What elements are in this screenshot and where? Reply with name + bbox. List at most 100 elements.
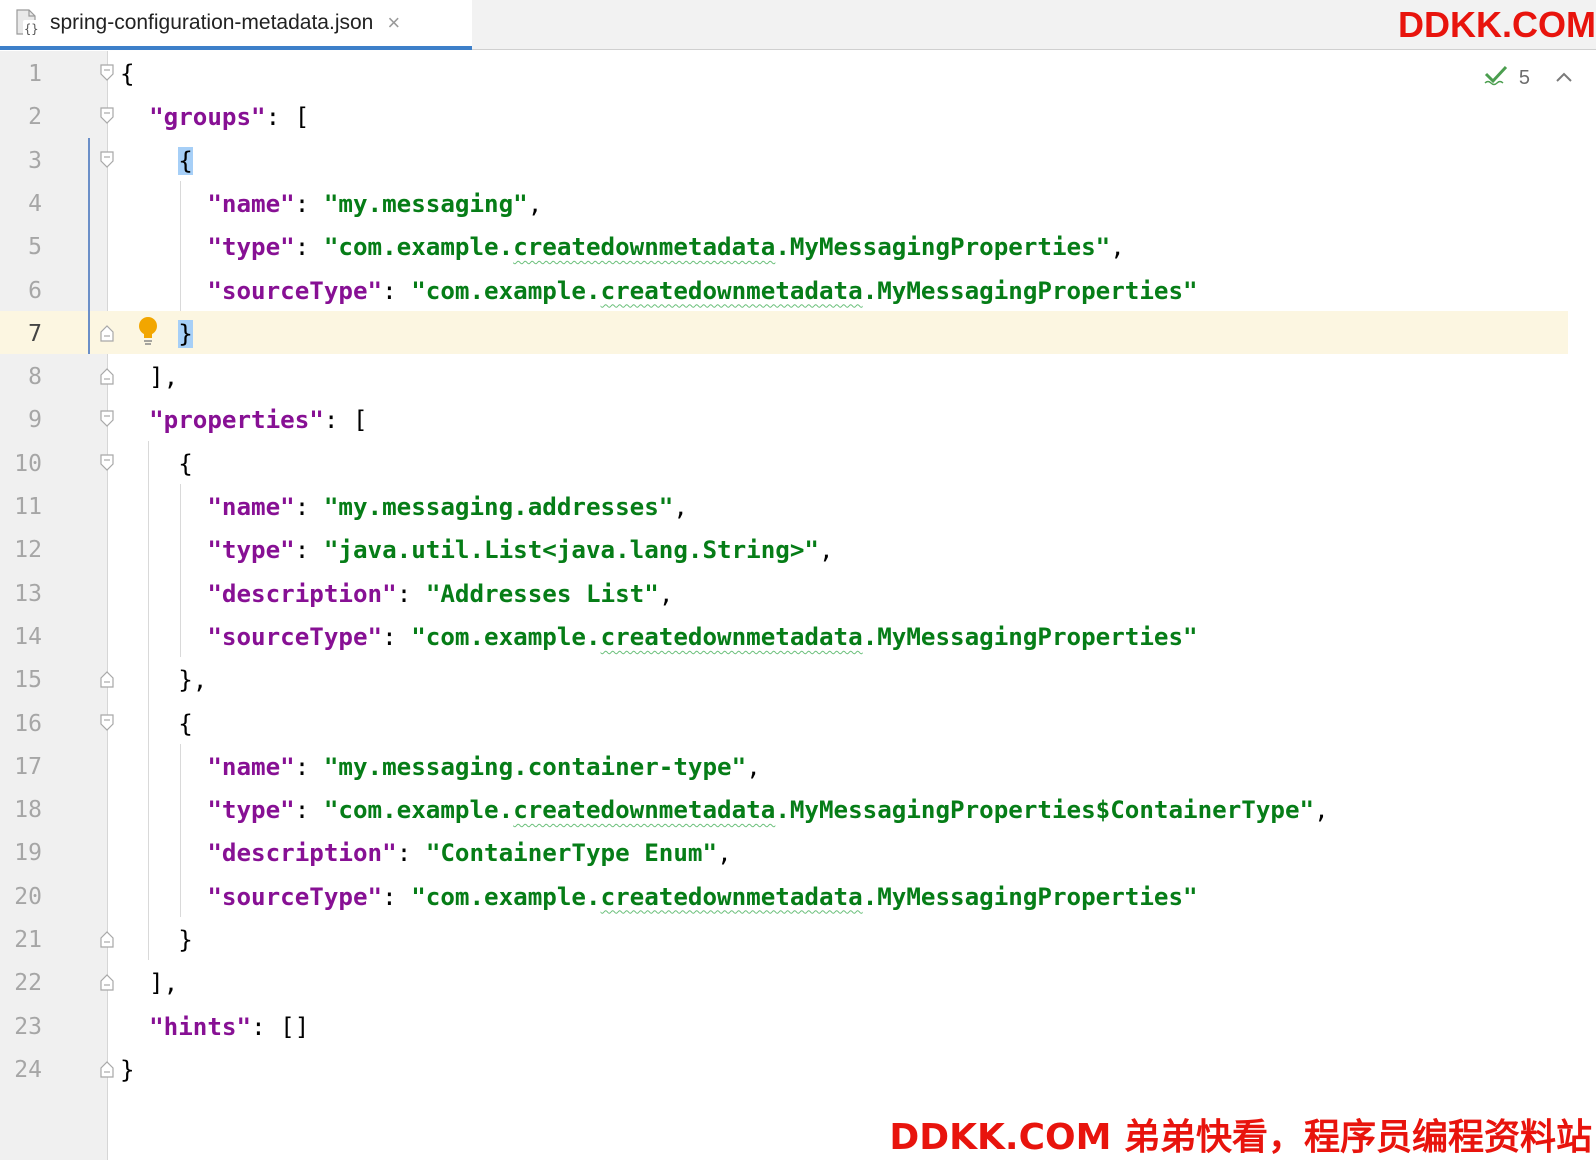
code-text[interactable]: } [120, 311, 193, 354]
code-line[interactable]: 11 "name": "my.messaging.addresses", [0, 484, 1568, 527]
json-punctuation [120, 536, 207, 564]
line-number[interactable]: 7 [0, 311, 42, 354]
fold-close-icon[interactable] [100, 1060, 114, 1078]
code-text[interactable]: "sourceType": "com.example.createdownmet… [120, 874, 1198, 917]
code-line[interactable]: 12 "type": "java.util.List<java.lang.Str… [0, 527, 1568, 570]
code-line[interactable]: 9 "properties": [ [0, 397, 1568, 440]
json-punctuation [120, 580, 207, 608]
line-number[interactable]: 10 [0, 441, 42, 484]
code-line[interactable]: 17 "name": "my.messaging.container-type"… [0, 744, 1568, 787]
code-text[interactable]: { [120, 441, 193, 484]
fold-close-icon[interactable] [100, 324, 114, 342]
code-line[interactable]: 14 "sourceType": "com.example.createdown… [0, 614, 1568, 657]
fold-open-icon[interactable] [100, 713, 114, 732]
code-text[interactable]: "name": "my.messaging.container-type", [120, 744, 760, 787]
fold-close-icon[interactable] [100, 930, 114, 948]
json-punctuation: , [819, 536, 834, 565]
code-text[interactable]: ], [120, 960, 178, 1003]
json-string: .MyMessagingProperties" [862, 882, 1198, 911]
fold-close-icon[interactable] [100, 973, 114, 991]
code-line[interactable]: 10 { [0, 441, 1568, 484]
code-line[interactable]: 6 "sourceType": "com.example.createdownm… [0, 268, 1568, 311]
code-line[interactable]: 20 "sourceType": "com.example.createdown… [0, 874, 1568, 917]
fold-open-icon[interactable] [100, 410, 114, 428]
matched-brace: { [178, 146, 193, 175]
fold-open-icon[interactable] [100, 454, 114, 472]
json-punctuation [120, 1013, 149, 1041]
line-number[interactable]: 21 [0, 917, 42, 960]
line-number[interactable]: 18 [0, 787, 42, 830]
json-punctuation: : [294, 752, 324, 781]
code-text[interactable]: "name": "my.messaging.addresses", [120, 484, 688, 527]
fold-close-icon[interactable] [100, 367, 114, 385]
line-number[interactable]: 24 [0, 1047, 42, 1090]
line-number[interactable]: 17 [0, 744, 42, 787]
line-number[interactable]: 5 [0, 224, 42, 267]
code-text[interactable]: "groups": [ [120, 94, 309, 137]
line-number[interactable]: 12 [0, 527, 42, 570]
code-line[interactable]: 5 "type": "com.example.createdownmetadat… [0, 224, 1568, 267]
code-text[interactable]: "sourceType": "com.example.createdownmet… [120, 614, 1197, 657]
close-icon[interactable]: × [387, 12, 400, 34]
line-number[interactable]: 3 [0, 138, 42, 181]
code-text[interactable]: "type": "com.example.createdownmetadata.… [120, 224, 1124, 267]
line-number[interactable]: 23 [0, 1004, 42, 1047]
json-punctuation [120, 147, 178, 175]
code-line[interactable]: 19 "description": "ContainerType Enum", [0, 830, 1568, 873]
line-number[interactable]: 14 [0, 614, 42, 657]
code-line[interactable]: 2 "groups": [ [0, 94, 1568, 137]
code-text[interactable]: "type": "java.util.List<java.lang.String… [120, 527, 834, 570]
line-number[interactable]: 20 [0, 874, 42, 917]
code-text[interactable]: { [120, 701, 193, 744]
code-text[interactable]: { [120, 138, 193, 181]
file-tab[interactable]: {} spring-configuration-metadata.json × [0, 0, 472, 50]
code-text[interactable]: "type": "com.example.createdownmetadata.… [120, 787, 1328, 830]
code-line[interactable]: 16 { [0, 701, 1568, 744]
line-number[interactable]: 15 [0, 657, 42, 700]
code-line[interactable]: 8 ], [0, 354, 1568, 397]
code-text[interactable]: ], [120, 354, 178, 397]
code-text[interactable]: }, [120, 657, 207, 700]
code-text[interactable]: "description": "Addresses List", [120, 571, 673, 614]
line-number[interactable]: 2 [0, 94, 42, 137]
line-number[interactable]: 9 [0, 397, 42, 440]
scope-marker [88, 137, 90, 355]
code-line[interactable]: 15 }, [0, 657, 1568, 700]
code-line[interactable]: 24} [0, 1047, 1568, 1090]
line-number[interactable]: 4 [0, 181, 42, 224]
line-number[interactable]: 8 [0, 354, 42, 397]
json-string: "java.util.List<java.lang.String>" [323, 536, 819, 565]
code-line[interactable]: 3 { [0, 138, 1568, 181]
json-punctuation: : [294, 536, 324, 565]
json-punctuation: : [ [265, 103, 310, 132]
line-number[interactable]: 13 [0, 571, 42, 614]
code-text[interactable]: "name": "my.messaging", [120, 181, 542, 224]
code-text[interactable]: { [120, 51, 135, 94]
fold-open-icon[interactable] [100, 107, 114, 125]
code-text[interactable]: "properties": [ [120, 397, 367, 440]
line-number[interactable]: 16 [0, 701, 42, 744]
json-punctuation: { [120, 709, 193, 738]
code-text[interactable]: } [120, 1047, 135, 1090]
fold-close-icon[interactable] [100, 670, 114, 688]
code-text[interactable]: "sourceType": "com.example.createdownmet… [120, 268, 1197, 311]
line-number[interactable]: 22 [0, 960, 42, 1003]
code-line[interactable]: 21 } [0, 917, 1568, 960]
fold-open-icon[interactable] [100, 150, 114, 169]
code-line[interactable]: 7 } [0, 310, 1568, 354]
line-number[interactable]: 19 [0, 830, 42, 873]
code-text[interactable]: "hints": [] [120, 1004, 309, 1047]
code-text[interactable]: "description": "ContainerType Enum", [120, 830, 731, 873]
code-line[interactable]: 18 "type": "com.example.createdownmetada… [0, 787, 1568, 830]
line-number[interactable]: 1 [0, 51, 42, 94]
json-punctuation: : [294, 796, 324, 825]
code-line[interactable]: 1{ [0, 51, 1568, 94]
code-text[interactable]: } [120, 917, 193, 960]
line-number[interactable]: 11 [0, 484, 42, 527]
code-line[interactable]: 4 "name": "my.messaging", [0, 181, 1568, 224]
line-number[interactable]: 6 [0, 268, 42, 311]
code-line[interactable]: 22 ], [0, 960, 1568, 1003]
code-line[interactable]: 23 "hints": [] [0, 1004, 1568, 1047]
code-line[interactable]: 13 "description": "Addresses List", [0, 571, 1568, 614]
fold-open-icon[interactable] [100, 64, 114, 82]
